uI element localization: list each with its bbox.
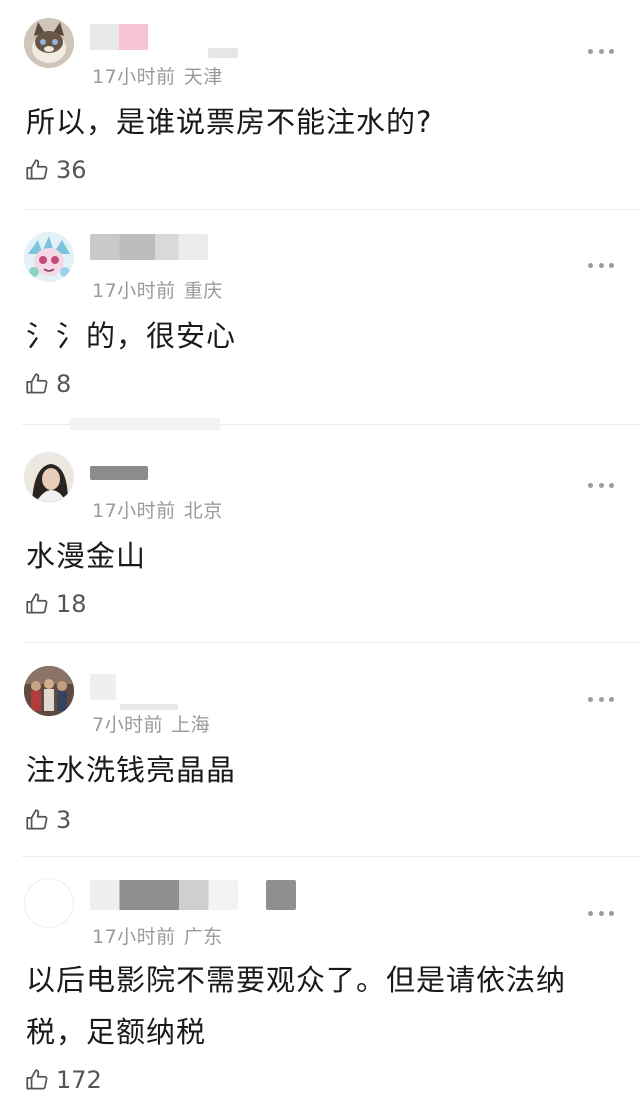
comment-location: 广东 — [183, 926, 223, 948]
comment-text: 以后电影院不需要观众了。但是请依法纳税，足额纳税 — [26, 963, 567, 1049]
divider — [22, 642, 640, 643]
divider — [22, 856, 640, 857]
comment-meta: 17小时前 天津 — [92, 62, 223, 89]
like-button[interactable]: 172 — [24, 1066, 102, 1094]
more-options-icon[interactable] — [588, 908, 614, 918]
divider — [22, 209, 640, 210]
comment-text: 水漫金山 — [26, 539, 147, 573]
comment-location: 上海 — [171, 714, 211, 736]
blurred-artifact — [70, 418, 220, 430]
like-count: 172 — [56, 1066, 102, 1094]
comment-location: 北京 — [183, 500, 223, 522]
comment-meta: 17小时前 广东 — [92, 922, 223, 949]
comment-meta: 7小时前 上海 — [92, 710, 210, 737]
more-options-icon[interactable] — [588, 480, 614, 490]
thumbs-up-icon — [26, 809, 48, 830]
like-button[interactable]: 3 — [24, 806, 71, 834]
like-button[interactable]: 36 — [24, 156, 87, 184]
like-count: 3 — [56, 806, 72, 834]
like-button[interactable]: 8 — [24, 370, 71, 398]
username-blurred[interactable] — [90, 674, 116, 700]
comment-time: 17小时前 — [92, 926, 176, 948]
more-options-icon[interactable] — [588, 694, 614, 704]
thumbs-up-icon — [26, 1069, 48, 1090]
comment-location: 重庆 — [183, 280, 223, 302]
username-blurred[interactable] — [90, 466, 148, 480]
comment-text: 所以，是谁说票房不能注水的? — [26, 105, 433, 139]
like-button[interactable]: 18 — [24, 590, 87, 618]
cat-avatar-icon[interactable] — [24, 18, 74, 68]
like-count: 36 — [56, 156, 87, 184]
comment-meta: 17小时前 北京 — [92, 496, 223, 523]
username-blurred[interactable] — [90, 880, 238, 910]
thumbs-up-icon — [26, 159, 48, 180]
comment-text: 氵氵的，很安心 — [26, 319, 237, 353]
crowd-avatar-icon[interactable] — [24, 666, 74, 716]
comment-time: 7小时前 — [92, 714, 164, 736]
blank-avatar-icon[interactable] — [24, 878, 74, 928]
comment-time: 17小时前 — [92, 500, 176, 522]
like-count: 18 — [56, 590, 87, 618]
username-blurred[interactable] — [90, 24, 148, 50]
comment-location: 天津 — [183, 66, 223, 88]
comment-meta: 17小时前 重庆 — [92, 276, 223, 303]
more-options-icon[interactable] — [588, 46, 614, 56]
cartoon-avatar-icon[interactable] — [24, 232, 74, 282]
comment-text: 注水洗钱亮晶晶 — [26, 753, 237, 787]
more-options-icon[interactable] — [588, 260, 614, 270]
username-blurred-fragment — [266, 880, 296, 910]
thumbs-up-icon — [26, 373, 48, 394]
person-avatar-icon[interactable] — [24, 452, 74, 502]
thumbs-up-icon — [26, 593, 48, 614]
username-blurred-fragment — [208, 48, 238, 58]
comment-time: 17小时前 — [92, 66, 176, 88]
like-count: 8 — [56, 370, 72, 398]
comment-time: 17小时前 — [92, 280, 176, 302]
username-blurred[interactable] — [90, 234, 208, 260]
